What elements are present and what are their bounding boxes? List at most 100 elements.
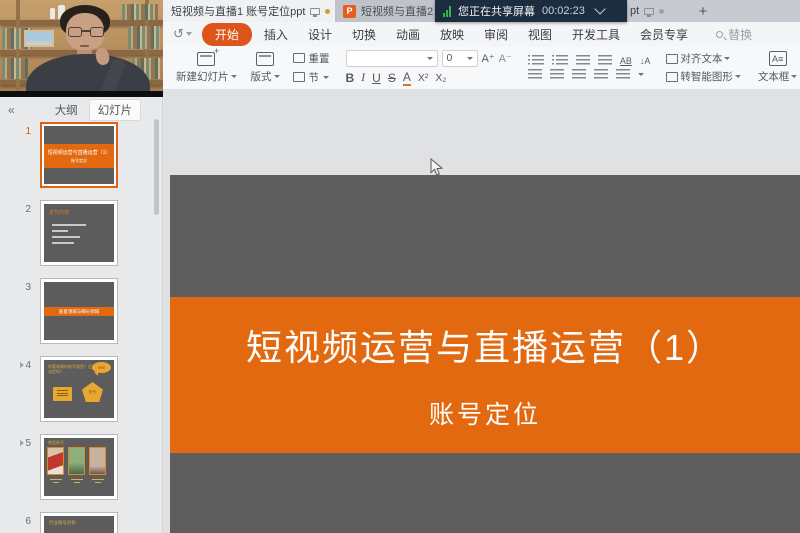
signal-bars-icon: [443, 6, 451, 17]
slide-thumbnail-6[interactable]: 6 行业账号对标: [0, 512, 152, 533]
thumb-photo-1: [47, 447, 64, 475]
search-box[interactable]: 替换: [716, 26, 752, 43]
app-window: 短视频与直播1 账号定位ppt P 短视频与直播2 账号搭建 pt + 您正在共…: [0, 0, 800, 533]
subscript-button[interactable]: X₂: [435, 72, 446, 84]
align-center-icon[interactable]: [550, 69, 564, 80]
align-right-icon[interactable]: [572, 69, 586, 80]
menu-tab-design[interactable]: 设计: [298, 23, 342, 46]
slide-number: 5: [0, 434, 40, 500]
recording-dot-icon: [659, 9, 664, 14]
chevron-down-icon[interactable]: [594, 3, 605, 14]
title-band[interactable]: 短视频运营与直播运营（1） 账号定位: [170, 297, 800, 453]
layout-button[interactable]: 版式: [244, 46, 287, 89]
vase-decor: [50, 8, 55, 19]
slide-thumbnail-4[interactable]: 4 你喜欢刷的账号类型？还不能决定吗？ 999 账号: [0, 356, 152, 422]
tab-slides[interactable]: 幻灯片: [90, 100, 141, 120]
new-tab-button[interactable]: +: [690, 0, 716, 22]
collapse-panel-button[interactable]: «: [8, 103, 15, 117]
tab-label: 短视频与直播1 账号定位ppt: [171, 3, 305, 19]
bold-button[interactable]: B: [346, 71, 355, 85]
menu-tab-insert[interactable]: 插入: [254, 23, 298, 46]
slide-subtitle[interactable]: 账号定位: [429, 395, 541, 431]
superscript-button[interactable]: X²: [418, 72, 429, 84]
books-decor: [128, 26, 160, 49]
align-text-button[interactable]: 对齐文本: [666, 51, 741, 66]
recording-dot-icon: [325, 9, 330, 14]
menu-tab-transition[interactable]: 切换: [342, 23, 386, 46]
share-status-text: 您正在共享屏幕: [458, 3, 535, 19]
reset-button[interactable]: 重置: [293, 51, 330, 66]
wps-logo-icon: P: [343, 5, 356, 18]
thumb-subtitle: 账号定位: [71, 158, 87, 164]
align-left-icon[interactable]: [528, 69, 542, 80]
thumb-caption: 行业账号对标: [49, 520, 76, 526]
pentagon-shape: 账号: [82, 382, 103, 402]
animation-flag-icon: [20, 362, 24, 368]
smart-graphic-button[interactable]: 转智能图形: [666, 69, 741, 84]
strikethrough-button[interactable]: S: [388, 71, 396, 85]
section-button[interactable]: 节: [293, 70, 330, 85]
justify-icon[interactable]: [594, 69, 608, 80]
new-slide-button[interactable]: 新建幻灯片: [169, 46, 244, 89]
shrink-font-button[interactable]: A⁻: [499, 52, 512, 65]
tab-label: pt: [630, 5, 639, 17]
speech-bubble-shape: 999: [92, 362, 111, 373]
smart-graphic-icon: [666, 72, 678, 82]
thumb-title: 短视频运营与直播运营（1）: [48, 149, 111, 156]
menu-tab-animation[interactable]: 动画: [386, 23, 430, 46]
slide-title[interactable]: 短视频运营与直播运营（1）: [246, 319, 724, 371]
menu-tab-review[interactable]: 审阅: [474, 23, 518, 46]
tab-outline[interactable]: 大纲: [47, 100, 86, 120]
underline-button[interactable]: U: [372, 71, 381, 85]
text-box-icon: A≡: [769, 51, 787, 66]
menu-tab-view[interactable]: 视图: [518, 23, 562, 46]
search-label: 替换: [728, 26, 752, 43]
layout-icon: [256, 52, 274, 66]
undo-icon[interactable]: ↺: [173, 26, 184, 42]
char-spacing-button[interactable]: AB: [620, 56, 632, 66]
numbered-list-icon[interactable]: [552, 55, 568, 66]
font-size-select[interactable]: 0: [442, 50, 478, 67]
panel-scrollbar[interactable]: [154, 119, 159, 215]
books-decor: [122, 4, 158, 20]
shared-screen-icon: [310, 8, 320, 15]
document-tab-3[interactable]: pt: [622, 0, 688, 22]
slide-canvas[interactable]: 短视频运营与直播运营（1） 账号定位: [170, 175, 800, 533]
text-direction-button[interactable]: ↓A: [640, 56, 651, 66]
menu-tab-member[interactable]: 会员专享: [630, 23, 698, 46]
italic-button[interactable]: I: [361, 70, 365, 85]
slide-thumbnail-5[interactable]: 5 典型账号: [0, 434, 152, 500]
slide-thumbnails: 1 短视频运营与直播运营（1） 账号定位 2 本节内容: [0, 122, 152, 533]
decrease-indent-icon[interactable]: [576, 55, 590, 66]
line-spacing-icon[interactable]: [616, 69, 630, 80]
slide-number: 1: [0, 122, 40, 188]
font-color-button[interactable]: A: [403, 70, 411, 86]
mouse-cursor: [430, 158, 443, 182]
document-tab-active[interactable]: 短视频与直播1 账号定位ppt: [163, 0, 335, 22]
ribbon-toolbar: 新建幻灯片 版式 重置 节 0 A⁺ A⁻ B: [163, 46, 800, 90]
increase-indent-icon[interactable]: [598, 55, 612, 66]
slide-number: 6: [0, 512, 40, 533]
thumb-band-text: 垂直领域与细分领域: [59, 309, 100, 315]
menu-tab-devtools[interactable]: 开发工具: [562, 23, 630, 46]
menu-tab-home[interactable]: 开始: [202, 23, 252, 46]
line-spacing-dropdown-icon[interactable]: [638, 73, 644, 76]
books-decor: [2, 58, 28, 79]
animation-flag-icon: [20, 440, 24, 446]
editor-area: 短视频运营与直播运营（1） 账号定位: [163, 90, 800, 533]
menu-tab-slideshow[interactable]: 放映: [430, 23, 474, 46]
shared-screen-icon: [644, 8, 654, 15]
slide-number: 2: [0, 200, 40, 266]
font-name-select[interactable]: [346, 50, 438, 67]
slide-thumbnail-1[interactable]: 1 短视频运营与直播运营（1） 账号定位: [0, 122, 152, 188]
slide-thumbnail-2[interactable]: 2 本节内容: [0, 200, 152, 266]
presenter-mouth: [80, 45, 89, 47]
undo-dropdown-icon[interactable]: [186, 32, 192, 36]
glasses: [68, 27, 104, 38]
screen-share-banner[interactable]: 您正在共享屏幕 00:02:23: [435, 0, 627, 22]
text-box-button[interactable]: A≡ 文本框: [751, 46, 800, 89]
search-icon: [716, 31, 723, 38]
slide-thumbnail-3[interactable]: 3 垂直领域与细分领域: [0, 278, 152, 344]
bullet-list-icon[interactable]: [528, 55, 544, 66]
grow-font-button[interactable]: A⁺: [482, 52, 495, 65]
